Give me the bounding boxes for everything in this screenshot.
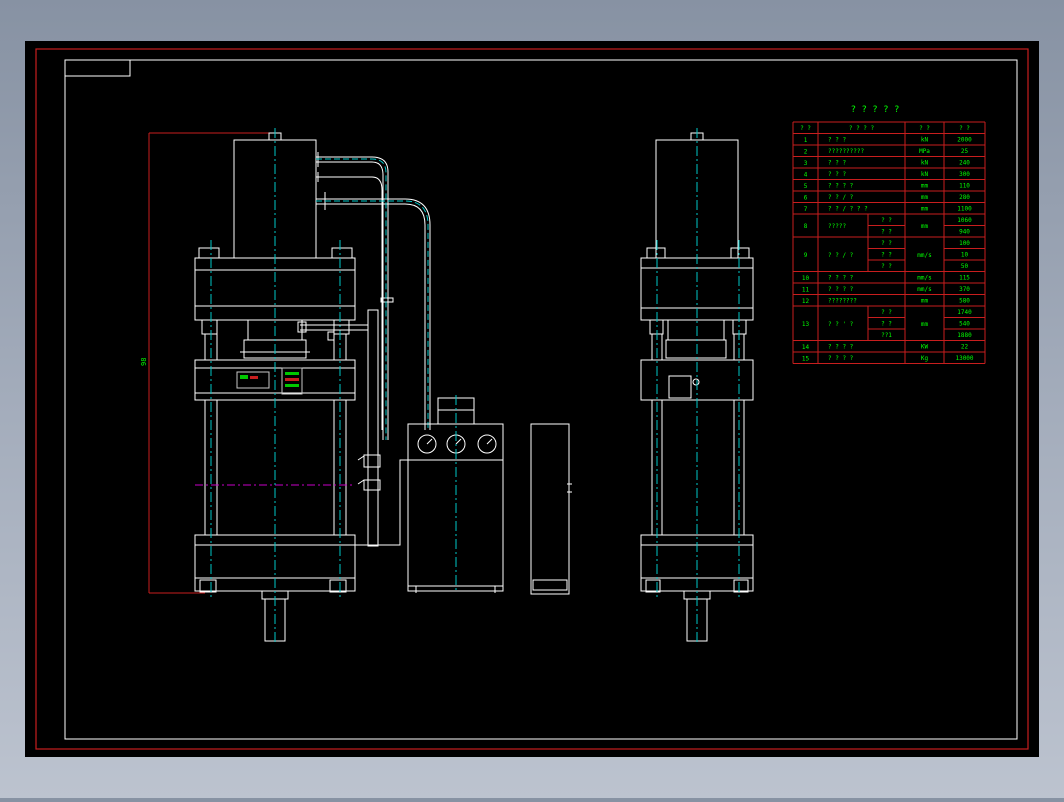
table-header-cell: ? ? ? ? [849, 125, 875, 132]
table-row-number: 4 [804, 171, 808, 178]
table-row-name: ? ? / ? [828, 194, 854, 201]
table-row-unit: Kg [921, 355, 929, 362]
table-row-value: 1740 [957, 309, 972, 316]
table-row-value: 115 [959, 275, 970, 282]
table-sub-label: ??1 [881, 332, 892, 339]
table-row-unit: mm [921, 321, 929, 328]
table-row-number: 14 [802, 344, 810, 351]
table-sub-label: ? ? [881, 309, 892, 316]
table-row-value: 540 [959, 321, 970, 328]
table-row-name: ????? [828, 223, 846, 230]
table-row-number: 3 [804, 160, 808, 167]
table-row-value: 1060 [957, 217, 972, 224]
table-sub-label: ? ? [881, 263, 892, 270]
table-sub-label: ? ? [881, 321, 892, 328]
table-row-value: 940 [959, 229, 970, 236]
table-row-unit: mm/s [917, 252, 932, 259]
table-row-number: 9 [804, 252, 808, 259]
table-sub-label: ? ? [881, 217, 892, 224]
table-row-name: ? ? ? ? [828, 183, 854, 190]
table-row-value: 280 [959, 194, 970, 201]
table-header-cell: ? ? [959, 125, 970, 132]
table-row-number: 8 [804, 223, 808, 230]
table-row-value: 10 [961, 252, 969, 259]
table-row-value: 100 [959, 240, 970, 247]
dimension-text: 98 [140, 358, 148, 366]
table-row-value: 240 [959, 160, 970, 167]
table-row-unit: mm [921, 183, 929, 190]
table-row-unit: mm/s [917, 275, 932, 282]
table-row-value: 50 [961, 263, 969, 270]
table-row-unit: mm [921, 206, 929, 213]
table-row-unit: KW [921, 344, 929, 351]
table-row-number: 5 [804, 183, 808, 190]
table-row-number: 1 [804, 137, 808, 144]
table-row-unit: MPa [919, 148, 930, 155]
table-header-cell: ? ? [919, 125, 930, 132]
table-row-unit: kN [921, 171, 929, 178]
table-row-number: 7 [804, 206, 808, 213]
table-row-value: 580 [959, 298, 970, 305]
table-row-number: 2 [804, 148, 808, 155]
table-row-name: ? ? ? ? [828, 355, 854, 362]
table-title: ? ? ? ? ? [851, 105, 900, 115]
table-row-number: 10 [802, 275, 810, 282]
table-row-value: 22 [961, 344, 969, 351]
table-row-unit: mm [921, 194, 929, 201]
table-row-name: ? ? ? ? [828, 275, 854, 282]
table-row-name: ? ? / ? ? ? [828, 206, 868, 213]
table-row-value: 370 [959, 286, 970, 293]
table-sub-label: ? ? [881, 229, 892, 236]
table-row-name: ? ? ? [828, 160, 846, 167]
table-row-value: 300 [959, 171, 970, 178]
table-row-value: 25 [961, 148, 969, 155]
table-sub-label: ? ? [881, 240, 892, 247]
table-row-number: 11 [802, 286, 810, 293]
table-row-unit: mm/s [917, 286, 932, 293]
table-header-cell: ? ? [800, 125, 811, 132]
table-row-number: 15 [802, 355, 810, 362]
table-row-value: 1100 [957, 206, 972, 213]
table-row-value: 2000 [957, 137, 972, 144]
table-row-name: ? ? ? ? [828, 286, 854, 293]
table-row-name: ? ? ? [828, 171, 846, 178]
table-row-name: ? ? ? [828, 137, 846, 144]
table-row-unit: kN [921, 137, 929, 144]
table-row-number: 12 [802, 298, 810, 305]
table-row-unit: kN [921, 160, 929, 167]
table-row-number: 13 [802, 321, 810, 328]
table-row-name: ? ? / ? [828, 252, 854, 259]
table-row-value: 1880 [957, 332, 972, 339]
table-row-value: 110 [959, 183, 970, 190]
table-row-unit: mm [921, 223, 929, 230]
drawing-sheet [25, 41, 1039, 757]
table-row-number: 6 [804, 194, 808, 201]
table-row-name: ?????????? [828, 148, 865, 155]
table-row-unit: mm [921, 298, 929, 305]
table-row-name: ? ? ' ? [828, 321, 854, 328]
cad-drawing: 98 ? ? ? ? ? ? ? ? ? ? ? ? ? ? ?1 ? ? ? … [25, 41, 1039, 757]
cad-window: 98 ? ? ? ? ? ? ? ? ? ? ? ? ? ? ? 1 ? ? ?… [0, 0, 1064, 798]
table-sub-label: ? ? [881, 252, 892, 259]
table-row-name: ? ? ? ? [828, 344, 854, 351]
table-row-value: 13000 [955, 355, 973, 362]
table-row-name: ???????? [828, 298, 857, 305]
